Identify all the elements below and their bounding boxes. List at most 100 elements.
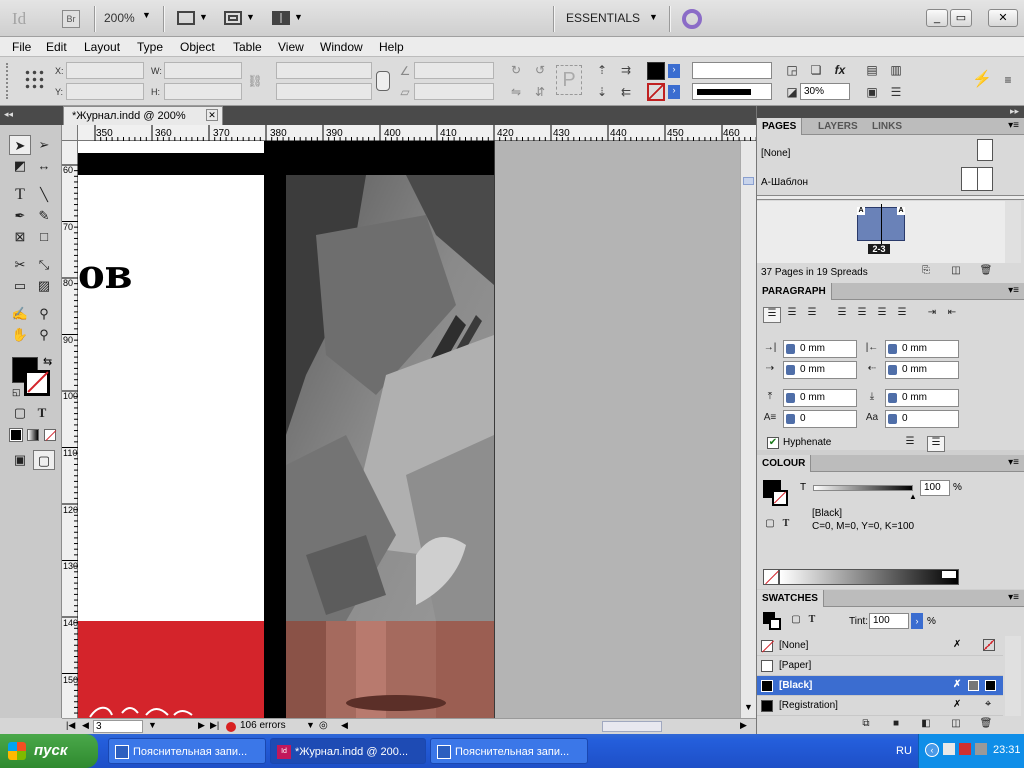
cello-photo[interactable] (286, 175, 494, 621)
effects-icon[interactable]: fx (832, 62, 848, 78)
bridge-button[interactable]: Br (62, 10, 80, 28)
none-colour-icon[interactable] (763, 569, 779, 585)
first-line-indent-field[interactable]: 0 mm (783, 361, 857, 379)
tab-layers[interactable]: LAYERS (813, 118, 863, 135)
fill-dropdown-icon[interactable]: › (668, 64, 680, 78)
swap-colors-icon[interactable]: ⇆ (43, 355, 52, 368)
do-not-align-baseline-icon[interactable]: ☰ (901, 436, 919, 452)
collapse-dock-icon[interactable]: ▸▸ (1010, 106, 1019, 117)
select-container-icon[interactable]: ⇡ (594, 62, 610, 78)
first-page-icon[interactable]: |◀ (66, 720, 75, 731)
colour-ramp[interactable] (779, 569, 959, 585)
open-page-icon[interactable]: ◎ (319, 720, 328, 731)
menu-file[interactable]: File (12, 40, 31, 54)
clock[interactable]: 23:31 (993, 744, 1021, 756)
drop-shadow-icon[interactable]: ◲ (784, 62, 800, 78)
brown-photo[interactable] (286, 621, 494, 718)
menu-edit[interactable]: Edit (46, 40, 67, 54)
reference-point-icon[interactable] (24, 69, 44, 89)
horizontal-ruler[interactable]: 350 360 370 380 390 400 410 420 430 440 … (62, 125, 756, 141)
swatch-row[interactable]: [None] ✗ (757, 636, 1003, 656)
fill-swatch[interactable] (647, 62, 665, 80)
preflight-menu-icon[interactable]: ▼ (306, 720, 315, 730)
arrange-documents-icon[interactable] (272, 11, 290, 25)
headline-text[interactable]: ов (78, 253, 132, 297)
show-all-swatches-icon[interactable]: ⧉ (857, 718, 875, 734)
screen-mode-icon[interactable] (224, 11, 242, 25)
rotate-cw-icon[interactable]: ↻ (508, 62, 524, 78)
scissors-tool-icon[interactable]: ✂ (9, 255, 31, 275)
opacity-field[interactable]: 30% (800, 83, 850, 100)
scale-x-field[interactable] (276, 62, 372, 79)
master-none[interactable]: [None] (761, 148, 790, 159)
justify-right-icon[interactable]: ☰ (873, 307, 891, 323)
chevron-down-icon[interactable]: ▼ (294, 12, 303, 22)
edit-page-size-icon[interactable]: ⎘ (917, 265, 935, 281)
width-field[interactable] (164, 62, 242, 79)
menu-window[interactable]: Window (320, 40, 363, 54)
close-tab-icon[interactable]: ✕ (206, 109, 218, 121)
justify-left-icon[interactable]: ☰ (833, 307, 851, 323)
swatch-row[interactable]: [Paper] (757, 656, 1003, 676)
tray-volume-icon[interactable] (975, 743, 987, 755)
align-baseline-icon[interactable]: ☰ (927, 436, 945, 452)
minimize-button[interactable]: _ (926, 9, 948, 27)
rectangle-frame-tool-icon[interactable]: ⊠ (9, 227, 31, 247)
note-tool-icon[interactable]: ✍ (9, 304, 31, 324)
swatch-row-selected[interactable]: [Black] ✗ (757, 676, 1003, 696)
stroke-type-select[interactable] (692, 83, 772, 100)
master-a[interactable]: A-Шаблон (761, 177, 808, 188)
stroke-dropdown-icon[interactable]: › (668, 85, 680, 99)
master-none-thumb[interactable] (977, 139, 993, 161)
rectangle-tool-icon[interactable]: □ (33, 227, 55, 247)
constrain-proportions-icon[interactable]: ⛓ (247, 73, 263, 89)
swatch-row[interactable]: [Registration] ✗ ⌖ (757, 696, 1003, 716)
hyphenate-checkbox[interactable]: ✔ (767, 437, 779, 449)
stroke-color-swatch[interactable] (24, 370, 50, 396)
delete-swatch-icon[interactable]: 🗑 (977, 718, 995, 734)
stroke-weight-field[interactable] (692, 62, 772, 79)
vertical-ruler[interactable]: 60 70 80 90 100 110 120 130 140 150 (62, 141, 78, 718)
last-page-icon[interactable]: ▶| (210, 720, 219, 731)
tab-swatches[interactable]: SWATCHES (757, 590, 824, 607)
ruler-origin[interactable] (62, 125, 78, 141)
fit-frame-icon[interactable]: ▥ (888, 62, 904, 78)
taskbar-item[interactable]: Пояснительная запи... (430, 738, 588, 764)
selection-tool-icon[interactable]: ➤ (9, 135, 31, 155)
shadow-options-icon[interactable]: ❏ (808, 62, 824, 78)
panel-menu-icon[interactable]: ▾≡ (1008, 592, 1019, 603)
page-dropdown-icon[interactable]: ▼ (148, 720, 157, 730)
scroll-left-icon[interactable]: ◀ (341, 720, 348, 731)
pages-scrollbar[interactable] (1005, 201, 1021, 263)
page-tool-icon[interactable]: ◩ (9, 156, 31, 176)
drop-cap-chars-field[interactable]: 0 (885, 410, 959, 428)
pen-tool-icon[interactable]: ✒ (9, 206, 31, 226)
formatting-container-icon[interactable]: ▢ (9, 403, 31, 423)
chevron-down-icon[interactable]: ▼ (246, 12, 255, 22)
panel-grip[interactable] (6, 63, 10, 99)
horizontal-scroll-thumb[interactable] (602, 721, 662, 732)
align-right-icon[interactable]: ☰ (803, 307, 821, 323)
last-line-indent-field[interactable]: 0 mm (885, 361, 959, 379)
tray-security-icon[interactable] (959, 743, 971, 755)
formatting-text-icon[interactable]: T (31, 403, 53, 423)
apply-none-icon[interactable] (44, 429, 57, 441)
zoom-dropdown-icon[interactable]: ▼ (142, 10, 151, 20)
space-before-field[interactable]: 0 mm (783, 389, 857, 407)
master-a-thumb[interactable] (961, 167, 993, 191)
chevron-down-icon[interactable]: ▼ (649, 12, 658, 22)
panel-menu-icon[interactable]: ▾≡ (1008, 120, 1019, 131)
tab-pages[interactable]: PAGES (757, 118, 803, 135)
view-options-icon[interactable] (177, 11, 195, 25)
space-after-field[interactable]: 0 mm (885, 389, 959, 407)
zoom-tool-icon[interactable]: ⚲ (33, 325, 55, 345)
default-colors-icon[interactable]: ◱ (12, 387, 21, 398)
close-button[interactable]: ✕ (988, 9, 1018, 27)
flip-horizontal-icon[interactable]: ⇋ (508, 84, 524, 100)
previous-page-icon[interactable]: ◀ (82, 720, 89, 731)
align-towards-spine-icon[interactable]: ⇥ (923, 307, 941, 323)
normal-view-icon[interactable]: ▣ (9, 450, 31, 470)
hand-tool-icon[interactable]: ✋ (9, 325, 31, 345)
document-canvas[interactable]: ов (78, 141, 740, 718)
swatch-stroke-icon[interactable] (769, 618, 781, 630)
